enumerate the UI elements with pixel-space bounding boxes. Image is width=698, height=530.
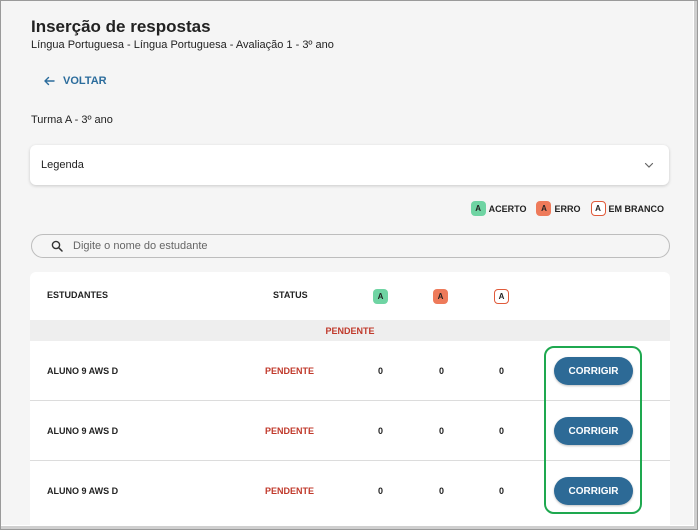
- correct-button[interactable]: CORRIGIR: [554, 357, 633, 385]
- wrong-badge: A: [536, 201, 552, 216]
- back-button-label: VOLTAR: [63, 75, 107, 87]
- correct-count: 0: [378, 366, 384, 376]
- legend-keys: A ACERTO A ERRO A EM BRANCO: [470, 201, 665, 216]
- class-label: Turma A - 3º ano: [31, 114, 113, 126]
- correct-count: 0: [378, 426, 384, 436]
- table-header: ESTUDANTES STATUS A A A: [30, 272, 670, 320]
- page-title: Inserção de respostas: [31, 17, 211, 36]
- header-correct-badge: A: [373, 289, 388, 304]
- arrow-left-icon: [44, 76, 55, 86]
- wrong-count: 0: [439, 486, 445, 496]
- section-pending: PENDENTE: [30, 320, 670, 341]
- header-blank-badge: A: [494, 289, 509, 304]
- legend-key-wrong: A ERRO: [536, 201, 581, 216]
- search-icon: [51, 240, 63, 252]
- page: Inserção de respostas Língua Portuguesa …: [1, 1, 693, 525]
- table-row: ALUNO 9 AWS D PENDENTE 0 0 0 CORRIGIR: [30, 461, 670, 521]
- students-table: ESTUDANTES STATUS A A A PENDENTE ALUNO 9…: [30, 272, 670, 525]
- student-name: ALUNO 9 AWS D: [47, 366, 119, 376]
- student-name: ALUNO 9 AWS D: [47, 426, 119, 436]
- back-button[interactable]: VOLTAR: [43, 75, 107, 87]
- wrong-count: 0: [439, 366, 445, 376]
- header-status: STATUS: [273, 290, 308, 300]
- legend-key-correct: A ACERTO: [470, 201, 527, 216]
- blank-count: 0: [499, 426, 505, 436]
- search-bar[interactable]: [31, 234, 670, 258]
- chevron-down-icon: [644, 162, 654, 168]
- legend-key-label: EM BRANCO: [608, 203, 665, 214]
- correct-button[interactable]: CORRIGIR: [554, 477, 633, 505]
- page-subtitle: Língua Portuguesa - Língua Portuguesa - …: [31, 39, 334, 51]
- header-wrong-badge: A: [433, 289, 448, 304]
- student-name: ALUNO 9 AWS D: [47, 486, 119, 496]
- correct-badge: A: [470, 201, 486, 216]
- student-status: PENDENTE: [265, 426, 315, 436]
- table-row: ALUNO 9 AWS D PENDENTE 0 0 0 CORRIGIR: [30, 341, 670, 401]
- student-status: PENDENTE: [265, 486, 315, 496]
- blank-badge: A: [590, 201, 606, 216]
- correct-button[interactable]: CORRIGIR: [554, 417, 633, 445]
- legend-key-label: ACERTO: [488, 203, 527, 214]
- header-students: ESTUDANTES: [47, 290, 109, 300]
- correct-count: 0: [378, 486, 384, 496]
- student-status: PENDENTE: [265, 366, 315, 376]
- blank-count: 0: [499, 366, 505, 376]
- legend-key-blank: A EM BRANCO: [590, 201, 665, 216]
- blank-count: 0: [499, 486, 505, 496]
- legend-label: Legenda: [41, 159, 84, 171]
- legend-key-label: ERRO: [554, 203, 581, 214]
- table-row: ALUNO 9 AWS D PENDENTE 0 0 0 CORRIGIR: [30, 401, 670, 461]
- search-input[interactable]: [73, 240, 633, 252]
- legend-accordion[interactable]: Legenda: [30, 145, 669, 185]
- wrong-count: 0: [439, 426, 445, 436]
